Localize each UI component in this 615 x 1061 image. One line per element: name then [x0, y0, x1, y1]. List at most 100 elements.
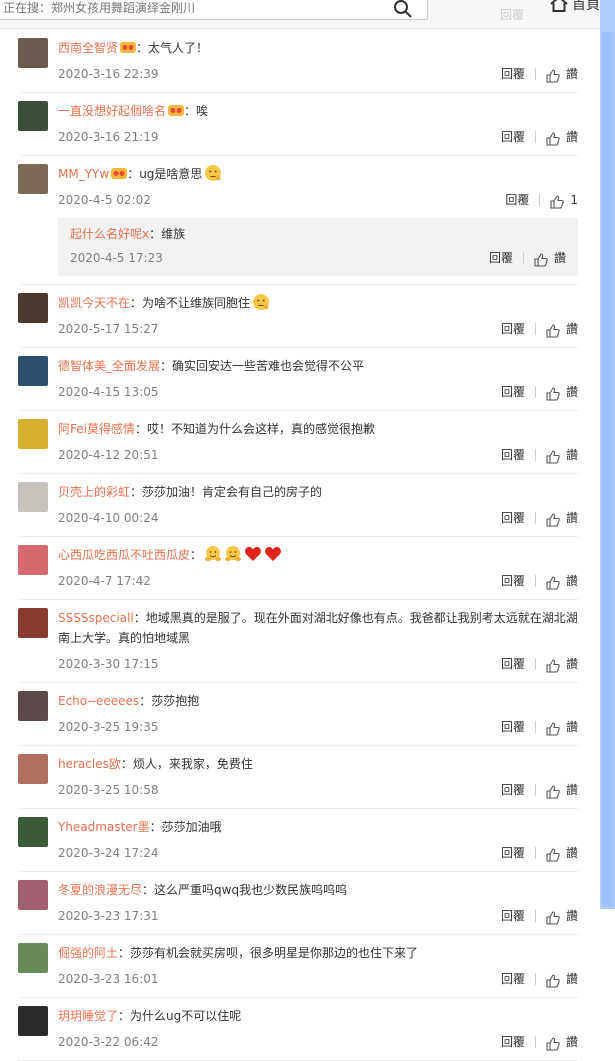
comment-actions: 回覆 讚 — [501, 1030, 578, 1054]
like-button[interactable]: 讚 — [546, 125, 578, 149]
username-link[interactable]: 心西瓜吃西瓜不吐西瓜皮 — [58, 548, 190, 562]
reply-button[interactable]: 回覆 — [501, 778, 525, 802]
reply-button[interactable]: 回覆 — [501, 967, 525, 991]
avatar[interactable] — [18, 293, 48, 323]
vip-badge-icon — [120, 40, 137, 53]
like-button[interactable]: 讚 — [546, 443, 578, 467]
comment-text-line: Echo--eeeees：莎莎抱抱 — [58, 691, 578, 711]
search-icon[interactable] — [393, 0, 413, 19]
avatar[interactable] — [18, 817, 48, 847]
username-link[interactable]: 贝壳上的彩虹 — [58, 485, 130, 499]
comment-text: 莎莎抱抱 — [151, 694, 200, 708]
username-link[interactable]: heracles欧 — [58, 757, 121, 771]
like-button[interactable]: 讚 — [546, 841, 578, 865]
username-link[interactable]: SSSSspeciall — [58, 611, 134, 625]
username-link[interactable]: 玥玥睡觉了 — [58, 1009, 118, 1023]
reply-button[interactable]: 回覆 — [501, 380, 525, 404]
comment-meta: 2020-3-23 16:01 回覆 讚 — [58, 967, 578, 991]
home-link[interactable]: 首頁 — [550, 0, 600, 14]
username-link[interactable]: Yheadmaster墨 — [58, 820, 150, 834]
avatar[interactable] — [18, 356, 48, 386]
reply-button[interactable]: 回覆 — [489, 246, 513, 270]
username-link[interactable]: 一直没想好起個啥名 — [58, 104, 166, 118]
like-label: 讚 — [565, 909, 578, 923]
comment-meta: 2020-3-25 19:35 回覆 讚 — [58, 715, 578, 739]
home-label: 首頁 — [572, 0, 600, 13]
home-icon — [550, 0, 568, 12]
reply-button[interactable]: 回覆 — [501, 841, 525, 865]
scrollbar-thumb[interactable] — [602, 32, 613, 907]
reply-button[interactable]: 回覆 — [501, 715, 525, 739]
like-button[interactable]: 讚 — [546, 506, 578, 530]
reply-button[interactable]: 回覆 — [501, 1030, 525, 1054]
action-divider — [522, 252, 524, 264]
comment-actions: 回覆 讚 — [501, 506, 578, 530]
timestamp: 2020-3-16 22:39 — [58, 67, 159, 81]
reply-button[interactable]: 回覆 — [501, 125, 525, 149]
username-link[interactable]: 德智体美_全面发展 — [58, 359, 160, 373]
action-divider — [539, 194, 541, 206]
colon-separator: ： — [118, 946, 131, 960]
thumbs-up-icon — [546, 574, 560, 590]
username-link[interactable]: 冬夏的浪漫无尽 — [58, 883, 142, 897]
avatar[interactable] — [18, 419, 48, 449]
like-button[interactable]: 讚 — [546, 778, 578, 802]
avatar[interactable] — [18, 545, 48, 575]
avatar[interactable] — [18, 38, 48, 68]
comment-list: 西南全智贤 ：太气人了！ 2020-3-16 22:39 回覆讚一直没想好起個啥名 ：唉… — [0, 30, 600, 1061]
avatar[interactable] — [18, 101, 48, 131]
avatar[interactable] — [18, 691, 48, 721]
comment-item: SSSSspeciall：地域黑真的是服了。现在外面对湖北好像也有点。我爸都让我… — [18, 600, 578, 683]
colon-separator: ： — [118, 1009, 131, 1023]
username-link[interactable]: 凯凯今天不在 — [58, 296, 130, 310]
like-button[interactable]: 讚 — [546, 380, 578, 404]
reply-button[interactable]: 回覆 — [505, 188, 529, 212]
like-button[interactable]: 讚 — [546, 715, 578, 739]
action-divider — [534, 1036, 536, 1048]
like-button[interactable]: 讚 — [534, 246, 566, 270]
reply-button[interactable]: 回覆 — [501, 506, 525, 530]
comment-body: Yheadmaster墨：莎莎加油哦 2020-3-24 17:24 回覆讚 — [58, 809, 578, 871]
avatar[interactable] — [18, 1006, 48, 1036]
action-divider — [534, 847, 536, 859]
comment-body: SSSSspeciall：地域黑真的是服了。现在外面对湖北好像也有点。我爸都让我… — [58, 600, 578, 682]
hug-emoji — [224, 545, 242, 563]
comment-text: 太气人了！ — [148, 41, 209, 55]
top-bar: 回覆 首頁 — [0, 0, 600, 29]
username-link[interactable]: 阿Fei莫得感情 — [58, 422, 135, 436]
like-button[interactable]: 讚 — [546, 569, 578, 593]
like-button[interactable]: 讚 — [546, 1030, 578, 1054]
username-link[interactable]: Echo--eeeees — [58, 694, 139, 708]
reply-button[interactable]: 回覆 — [501, 569, 525, 593]
avatar[interactable] — [18, 943, 48, 973]
reply-button[interactable]: 回覆 — [501, 62, 525, 86]
search-box[interactable] — [0, 0, 428, 20]
comment-meta: 2020-3-22 06:42 回覆 讚 — [58, 1030, 578, 1054]
username-link[interactable]: 倔强的阿土 — [58, 946, 118, 960]
reply-button[interactable]: 回覆 — [501, 904, 525, 928]
reply-button[interactable]: 回覆 — [501, 652, 525, 676]
search-input[interactable] — [3, 0, 383, 17]
avatar[interactable] — [18, 880, 48, 910]
avatar[interactable] — [18, 482, 48, 512]
avatar[interactable] — [18, 608, 48, 638]
thumbs-up-icon — [546, 720, 560, 736]
comment-text: 确实回安达一些苦难也会觉得不公平 — [172, 359, 365, 373]
username-link[interactable]: MM_YYw — [58, 167, 109, 181]
like-button[interactable]: 讚 — [546, 317, 578, 341]
username-link[interactable]: 西南全智贤 — [58, 41, 118, 55]
avatar[interactable] — [18, 754, 48, 784]
colon-separator: ： — [139, 694, 152, 708]
like-button[interactable]: 讚 — [546, 904, 578, 928]
avatar[interactable] — [18, 164, 48, 194]
like-button[interactable]: 讚 — [546, 652, 578, 676]
like-button[interactable]: 讚 — [546, 62, 578, 86]
reply-button[interactable]: 回覆 — [501, 443, 525, 467]
sub-reply-username-link[interactable]: 起什么名好呢x — [70, 227, 149, 241]
like-button[interactable]: 讚 — [546, 967, 578, 991]
reply-button[interactable]: 回覆 — [501, 317, 525, 341]
header-reply-link[interactable]: 回覆 — [500, 6, 524, 23]
comment-text-line: 一直没想好起個啥名 ：唉 — [58, 101, 578, 121]
like-button[interactable]: 1 — [550, 188, 578, 212]
comment-body: 阿Fei莫得感情：哎！不知道为什么会这样，真的感觉很抱歉 2020-4-12 20… — [58, 411, 578, 473]
